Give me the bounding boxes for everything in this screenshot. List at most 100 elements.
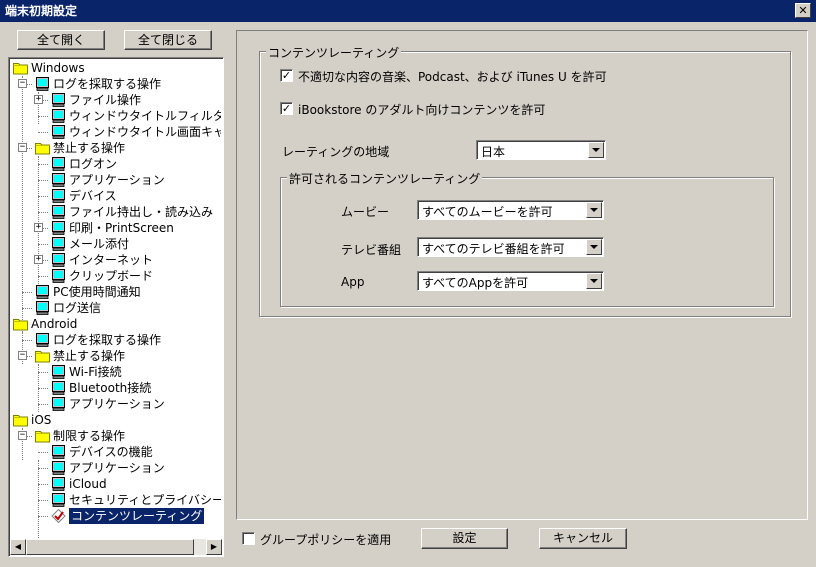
tree-node-label: クリップボード <box>69 269 154 283</box>
tree-node-win-internet[interactable]: インターネット <box>9 252 221 268</box>
allow-ibookstore-label: iBookstore のアダルト向けコンテンツを許可 <box>298 103 546 117</box>
settings-panel: コンテンツレーティング ✓ 不適切な内容の音楽、Podcast、および iTun… <box>236 30 808 520</box>
movie-label: ムービー <box>341 205 390 219</box>
folder-icon <box>13 413 28 427</box>
tree-node-win-logon[interactable]: ログオン <box>9 156 221 172</box>
tree-node-ios-security[interactable]: セキュリティとプライバシー <box>9 492 221 508</box>
tree-node-win-file-export[interactable]: ファイル持出し・読み込み <box>9 204 221 220</box>
tree-node-label: iCloud <box>69 477 107 491</box>
rating-region-value: 日本 <box>481 145 506 159</box>
chevron-down-icon[interactable] <box>588 142 604 158</box>
tree-node-win-pc-usage[interactable]: PC使用時間通知 <box>9 284 221 300</box>
tree-node-android[interactable]: Android <box>9 316 221 332</box>
tree-node-win-log-send[interactable]: ログ送信 <box>9 300 221 316</box>
tree-node-win-title-capture[interactable]: ウィンドウタイトル画面キャプチャ <box>9 124 221 140</box>
monitor-icon <box>51 93 66 107</box>
cancel-button[interactable]: キャンセル <box>539 528 627 549</box>
close-icon[interactable]: ✕ <box>795 3 811 18</box>
tree-node-win-device[interactable]: デバイス <box>9 188 221 204</box>
movie-rating-value: すべてのムービーを許可 <box>422 205 553 219</box>
tree-node-label: アプリケーション <box>69 397 165 411</box>
settings-tree[interactable]: − + − + + − − Windows ログを採取する操作 ファイル操作 ウィンド… <box>8 57 224 557</box>
app-rating-value: すべてのAppを許可 <box>422 276 529 290</box>
allow-ibookstore-checkbox[interactable]: ✓ <box>280 102 293 115</box>
settings-button[interactable]: 設定 <box>421 528 508 549</box>
tv-label: テレビ番組 <box>341 243 402 257</box>
tree-node-label: セキュリティとプライバシー <box>69 493 221 507</box>
tree-node-win-mail[interactable]: メール添付 <box>9 236 221 252</box>
tree-node-and-application[interactable]: アプリケーション <box>9 396 221 412</box>
content-rating-icon <box>51 508 66 524</box>
folder-icon <box>13 61 28 75</box>
group-policy-checkbox[interactable] <box>242 532 255 545</box>
tree-node-label: ファイル持出し・読み込み <box>69 205 214 219</box>
tree-node-win-clipboard[interactable]: クリップボード <box>9 268 221 284</box>
monitor-icon <box>51 253 66 267</box>
tree-node-label: インターネット <box>69 253 154 267</box>
tree-node-and-log-ops[interactable]: ログを採取する操作 <box>9 332 221 348</box>
monitor-icon <box>51 365 66 379</box>
group-policy-label: グループポリシーを適用 <box>260 533 392 547</box>
tree-node-label: Bluetooth接続 <box>69 381 152 395</box>
scroll-thumb[interactable] <box>26 539 194 555</box>
allow-explicit-checkbox[interactable]: ✓ <box>280 69 293 82</box>
tree-node-win-log-ops[interactable]: ログを採取する操作 <box>9 76 221 92</box>
tree-node-win-application[interactable]: アプリケーション <box>9 172 221 188</box>
tree-node-and-bluetooth[interactable]: Bluetooth接続 <box>9 380 221 396</box>
tree-node-label: メール添付 <box>69 237 130 251</box>
collapse-all-button[interactable]: 全て閉じる <box>124 30 212 50</box>
tree-node-win-prohibited[interactable]: 禁止する操作 <box>9 140 221 156</box>
tree-node-label: ログ送信 <box>53 301 102 315</box>
tree-node-label: アプリケーション <box>69 461 165 475</box>
tree-node-ios-device-func[interactable]: デバイスの機能 <box>9 444 221 460</box>
monitor-icon <box>35 301 50 315</box>
monitor-icon <box>51 493 66 507</box>
tree-node-ios-application[interactable]: アプリケーション <box>9 460 221 476</box>
chevron-down-icon[interactable] <box>586 239 602 255</box>
chevron-down-icon[interactable] <box>586 202 602 218</box>
tree-node-label: 禁止する操作 <box>53 349 126 363</box>
tree-node-label: アプリケーション <box>69 173 165 187</box>
app-rating-select[interactable]: すべてのAppを許可 <box>417 271 604 291</box>
monitor-icon <box>51 173 66 187</box>
tree-node-label: デバイスの機能 <box>69 445 153 459</box>
tree-node-and-wifi[interactable]: Wi-Fi接続 <box>9 364 221 380</box>
tree-node-label: ログを採取する操作 <box>53 77 162 91</box>
monitor-icon <box>51 397 66 411</box>
tree-node-label: PC使用時間通知 <box>53 285 141 299</box>
monitor-icon <box>51 461 66 475</box>
monitor-icon <box>51 237 66 251</box>
title-bar: 端末初期設定 ✕ <box>0 0 816 22</box>
chevron-down-icon[interactable] <box>586 273 602 289</box>
monitor-icon <box>51 477 66 491</box>
expand-all-button[interactable]: 全て開く <box>17 30 105 50</box>
tree-node-ios-content-rating[interactable]: コンテンツレーティング <box>9 508 221 524</box>
folder-icon <box>13 317 28 331</box>
tv-rating-value: すべてのテレビ番組を許可 <box>422 242 565 256</box>
tree-node-label: 制限する操作 <box>53 429 126 443</box>
tree-node-label: ウィンドウタイトル画面キャプチャ <box>69 125 221 139</box>
movie-rating-select[interactable]: すべてのムービーを許可 <box>417 200 604 220</box>
monitor-icon <box>51 109 66 123</box>
tree-horizontal-scrollbar[interactable]: ◀ ▶ <box>10 539 222 555</box>
tree-items: − + − + + − − Windows ログを採取する操作 ファイル操作 ウィンド… <box>9 60 221 538</box>
tree-node-ios-restricted[interactable]: 制限する操作 <box>9 428 221 444</box>
scroll-left-icon[interactable]: ◀ <box>10 539 26 555</box>
tree-node-windows[interactable]: Windows <box>9 60 221 76</box>
tv-rating-select[interactable]: すべてのテレビ番組を許可 <box>417 237 604 257</box>
tree-node-win-title-filter[interactable]: ウィンドウタイトルフィルタ <box>9 108 221 124</box>
monitor-icon <box>51 221 66 235</box>
tree-node-and-prohibited[interactable]: 禁止する操作 <box>9 348 221 364</box>
rating-region-select[interactable]: 日本 <box>476 140 606 160</box>
scroll-right-icon[interactable]: ▶ <box>206 539 222 555</box>
tree-node-label: 印刷・PrintScreen <box>69 221 174 235</box>
tree-node-label: ログオン <box>69 157 118 171</box>
tree-node-ios-icloud[interactable]: iCloud <box>9 476 221 492</box>
monitor-icon <box>51 157 66 171</box>
tree-node-label: ログを採取する操作 <box>53 333 162 347</box>
monitor-icon <box>51 205 66 219</box>
tree-node-label: iOS <box>31 413 52 427</box>
tree-node-ios[interactable]: iOS <box>9 412 221 428</box>
tree-node-win-print[interactable]: 印刷・PrintScreen <box>9 220 221 236</box>
tree-node-win-file-ops[interactable]: ファイル操作 <box>9 92 221 108</box>
